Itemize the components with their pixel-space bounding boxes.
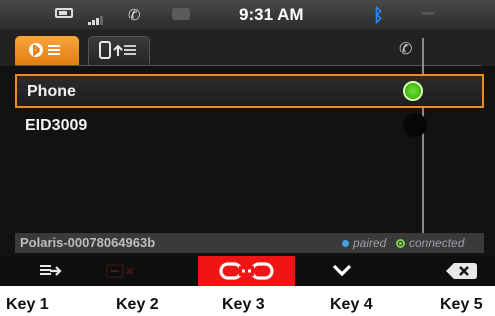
paired-dot-icon	[342, 240, 349, 248]
phone-icon: ✆	[399, 41, 413, 58]
connected-ring-icon	[396, 239, 405, 249]
key-label-3: Key 3	[222, 296, 265, 313]
chevron-down-icon	[332, 264, 352, 277]
legend-paired: paired	[342, 236, 386, 250]
softkey-1[interactable]	[0, 256, 99, 286]
phone-icon: ✆	[128, 7, 141, 24]
softkey-4[interactable]	[295, 256, 394, 286]
battery-icon	[55, 8, 73, 18]
delete-disabled-icon	[106, 264, 134, 278]
key-label-5: Key 5	[440, 296, 483, 313]
list-item-phone[interactable]: Phone	[15, 74, 484, 108]
connected-radio-icon[interactable]	[403, 81, 423, 101]
phone-transfer-icon	[99, 41, 136, 59]
status-bar: ✆ 9:31 AM ᛒ	[0, 0, 495, 30]
softkey-2[interactable]	[99, 256, 198, 286]
infotainment-screen: ✆ 9:31 AM ᛒ ✆ Phone EID3009 Polaris-0007…	[0, 0, 495, 286]
key-label-2: Key 2	[116, 296, 159, 313]
tab-bluetooth-devices[interactable]	[15, 36, 79, 66]
device-info-bar: Polaris-00078064963b paired connected	[15, 233, 484, 253]
clock: 9:31 AM	[239, 5, 304, 24]
key-labels: Key 1 Key 2 Key 3 Key 4 Key 5	[0, 292, 495, 316]
tab-bar: ✆	[0, 30, 495, 66]
softkey-bar	[0, 256, 495, 286]
key-label-4: Key 4	[330, 296, 373, 313]
disconnected-radio-icon[interactable]	[403, 113, 427, 137]
bluetooth-list-icon	[29, 43, 60, 57]
legend-paired-text: paired	[353, 236, 387, 250]
softkey-5[interactable]	[394, 256, 495, 286]
status-indicator	[422, 12, 434, 15]
device-name: Polaris-00078064963b	[20, 235, 156, 250]
legend-connected: connected	[396, 236, 464, 250]
softkey-3[interactable]	[198, 256, 295, 286]
device-label: Phone	[27, 83, 76, 100]
key-label-1: Key 1	[6, 296, 49, 313]
transfer-arrow-icon	[40, 265, 62, 276]
backspace-icon	[446, 263, 477, 279]
signal-icon	[88, 7, 104, 25]
device-label: EID3009	[25, 117, 88, 134]
disconnect-icon	[219, 262, 274, 280]
message-icon	[172, 8, 190, 20]
list-item-eid3009[interactable]: EID3009	[15, 110, 484, 144]
bluetooth-icon: ᛒ	[373, 5, 384, 25]
tab-divider	[15, 65, 481, 66]
legend-connected-text: connected	[409, 236, 465, 250]
tab-phone-transfer[interactable]	[88, 36, 150, 66]
